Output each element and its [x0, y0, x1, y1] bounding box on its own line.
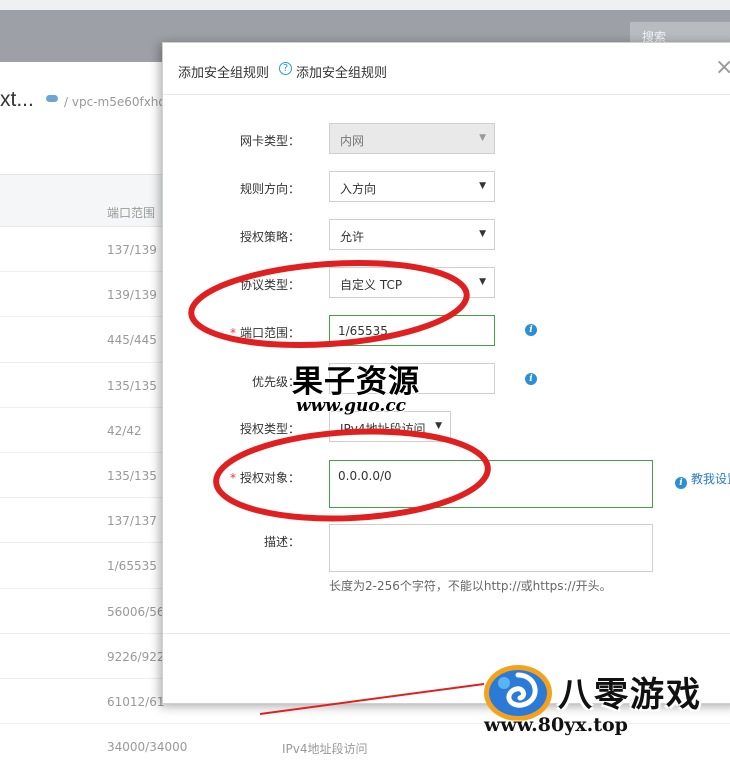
logo: 八零游戏 www.80yx.top	[480, 661, 730, 768]
chevron-down-icon: ▼	[479, 181, 486, 191]
direction-label: 规则方向：	[239, 182, 300, 196]
auth-type-value: IPv4地址段访问	[340, 422, 426, 436]
auth-object-textarea[interactable]: 0.0.0.0/0	[329, 460, 653, 508]
add-security-rule-dialog: 添加安全组规则 ? 添加安全组规则 × 网卡类型： 内网 ▼ 规则方向： 入方向…	[162, 42, 730, 704]
auth-type-cell: IPv4地址段访问	[282, 742, 368, 757]
port-range-input[interactable]: 1/65535	[329, 315, 495, 346]
chevron-down-icon: ▼	[479, 229, 486, 239]
port-cell: 56006/56	[107, 604, 165, 619]
policy-select[interactable]: 允许 ▼	[329, 219, 495, 250]
auth-type-label: 授权类型：	[239, 422, 300, 436]
nic-type-label: 网卡类型：	[239, 134, 300, 148]
nic-type-select: 内网 ▼	[329, 123, 495, 154]
auth-object-label-text: 授权对象：	[239, 471, 300, 485]
description-label: 描述：	[263, 535, 300, 549]
port-cell: 139/139	[107, 288, 157, 303]
logo-url: www.80yx.top	[484, 714, 628, 736]
port-cell: 9226/922	[107, 649, 165, 664]
logo-name: 八零游戏	[558, 675, 702, 715]
direction-select[interactable]: 入方向 ▼	[329, 171, 495, 202]
port-range-column-header: 端口范围	[107, 206, 156, 220]
info-icon: i	[675, 477, 687, 489]
cloud-icon	[46, 95, 58, 102]
breadcrumb[interactable]: / vpc-m5e60fxho	[64, 95, 166, 109]
teach-me-link-text: 教我设置	[691, 472, 730, 486]
info-icon[interactable]: i	[525, 373, 537, 385]
help-link[interactable]: 添加安全组规则	[296, 62, 387, 81]
port-cell: 1/65535	[107, 559, 157, 574]
port-cell: 34000/34000	[107, 740, 188, 755]
port-cell: 445/445	[107, 333, 157, 348]
chevron-down-icon: ▼	[479, 277, 486, 287]
port-range-label: * 端口范围：	[163, 324, 300, 341]
teach-me-link[interactable]: i 教我设置	[675, 470, 730, 489]
chevron-down-icon: ▼	[479, 133, 486, 143]
nic-type-value: 内网	[340, 134, 365, 148]
watermark-site-url: www.guo.cc	[296, 396, 407, 416]
policy-value: 允许	[340, 230, 365, 244]
description-hint: 长度为2-256个字符，不能以http://或https://开头。	[329, 579, 612, 593]
dialog-footer-divider	[163, 633, 730, 634]
close-icon[interactable]: ×	[715, 57, 730, 79]
required-marker: *	[229, 471, 236, 485]
description-textarea[interactable]	[329, 524, 653, 572]
policy-label: 授权策略：	[239, 230, 300, 244]
port-cell: 135/135	[107, 468, 157, 483]
chevron-down-icon: ▼	[435, 421, 442, 431]
direction-value: 入方向	[340, 182, 377, 196]
page-title: xt...	[0, 88, 34, 111]
port-cell: 137/137	[107, 514, 157, 529]
port-cell: 61012/61	[107, 694, 165, 709]
port-cell: 42/42	[107, 423, 142, 438]
priority-label: 优先级：	[251, 375, 300, 389]
protocol-label: 协议类型：	[239, 278, 300, 292]
required-marker: *	[229, 326, 236, 340]
port-cell: 135/135	[107, 378, 157, 393]
watermark-site-name: 果子资源	[292, 364, 420, 400]
dialog-header: 添加安全组规则 ? 添加安全组规则 ×	[163, 43, 730, 95]
top-strip	[0, 0, 730, 10]
dialog-title: 添加安全组规则	[178, 66, 270, 81]
info-icon[interactable]: i	[525, 324, 537, 336]
protocol-value: 自定义 TCP	[340, 278, 403, 292]
auth-object-label: * 授权对象：	[163, 469, 300, 486]
protocol-select[interactable]: 自定义 TCP ▼	[329, 267, 495, 298]
port-range-label-text: 端口范围：	[239, 326, 300, 340]
port-cell: 137/139	[107, 243, 157, 257]
help-icon[interactable]: ?	[279, 62, 292, 75]
